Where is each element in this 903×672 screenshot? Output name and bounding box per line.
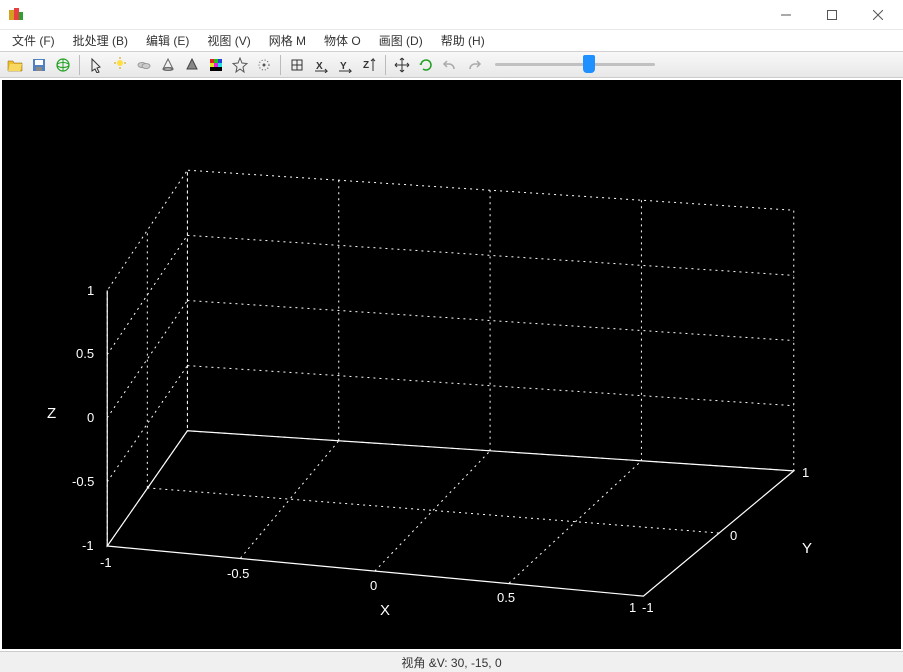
svg-text:X: X <box>316 61 323 72</box>
x-tick: -0.5 <box>227 566 249 581</box>
menu-help[interactable]: 帮助 (H) <box>433 30 493 51</box>
menu-draw[interactable]: 画图 (D) <box>371 30 431 51</box>
x-tick: 1 <box>629 600 636 615</box>
toolbar-separator <box>79 55 80 75</box>
toolbar-separator <box>385 55 386 75</box>
status-view-angle: 视角 &V: 30, -15, 0 <box>401 654 501 671</box>
toolbar: X Y Z <box>0 52 903 78</box>
star-icon[interactable] <box>229 54 251 76</box>
menu-object[interactable]: 物体 O <box>316 30 369 51</box>
z-axis-label: Z <box>47 405 56 422</box>
settings-icon[interactable] <box>253 54 275 76</box>
redo-icon[interactable] <box>463 54 485 76</box>
axis-z-icon[interactable]: Z <box>358 54 380 76</box>
light-icon[interactable] <box>109 54 131 76</box>
z-tick: 1 <box>87 283 94 298</box>
app-icon <box>8 7 24 23</box>
menu-view[interactable]: 视图 (V) <box>199 30 258 51</box>
canvas-area: -1 -0.5 0 0.5 1 Z -1 -0.5 0 0.5 1 X -1 0… <box>0 78 903 651</box>
menu-batch[interactable]: 批处理 (B) <box>65 30 136 51</box>
axis-x-icon[interactable]: X <box>310 54 332 76</box>
slider-thumb-icon[interactable] <box>583 55 595 73</box>
toolbar-slider[interactable] <box>495 54 655 76</box>
x-tick: 0.5 <box>497 590 515 605</box>
titlebar <box>0 0 903 30</box>
statusbar: 视角 &V: 30, -15, 0 <box>0 651 903 672</box>
close-button[interactable] <box>855 0 901 30</box>
plot-grid <box>2 80 901 649</box>
cursor-icon[interactable] <box>85 54 107 76</box>
cone-icon[interactable] <box>157 54 179 76</box>
open-icon[interactable] <box>4 54 26 76</box>
menubar: 文件 (F) 批处理 (B) 编辑 (E) 视图 (V) 网格 M 物体 O 画… <box>0 30 903 52</box>
window-controls <box>763 0 901 30</box>
x-tick: -1 <box>100 555 112 570</box>
rotate-icon[interactable] <box>415 54 437 76</box>
z-tick: -1 <box>82 538 94 553</box>
palette-icon[interactable] <box>205 54 227 76</box>
plot-3d-surface[interactable]: -1 -0.5 0 0.5 1 Z -1 -0.5 0 0.5 1 X -1 0… <box>2 80 901 649</box>
save-icon[interactable] <box>28 54 50 76</box>
y-axis-label: Y <box>802 540 812 557</box>
minimize-button[interactable] <box>763 0 809 30</box>
undo-icon[interactable] <box>439 54 461 76</box>
menu-grid[interactable]: 网格 M <box>261 30 314 51</box>
box-icon[interactable] <box>286 54 308 76</box>
axis-y-icon[interactable]: Y <box>334 54 356 76</box>
x-tick: 0 <box>370 578 377 593</box>
z-tick: 0.5 <box>76 346 94 361</box>
menu-file[interactable]: 文件 (F) <box>4 30 63 51</box>
y-tick: -1 <box>642 600 654 615</box>
fog-icon[interactable] <box>133 54 155 76</box>
y-tick: 0 <box>730 528 737 543</box>
z-tick: 0 <box>87 410 94 425</box>
x-axis-label: X <box>380 602 390 619</box>
y-tick: 1 <box>802 465 809 480</box>
toolbar-separator <box>280 55 281 75</box>
globe-icon[interactable] <box>52 54 74 76</box>
svg-text:Y: Y <box>340 61 347 72</box>
menu-edit[interactable]: 编辑 (E) <box>138 30 197 51</box>
move-icon[interactable] <box>391 54 413 76</box>
z-tick: -0.5 <box>72 474 94 489</box>
maximize-button[interactable] <box>809 0 855 30</box>
svg-text:Z: Z <box>363 60 369 71</box>
shade-icon[interactable] <box>181 54 203 76</box>
